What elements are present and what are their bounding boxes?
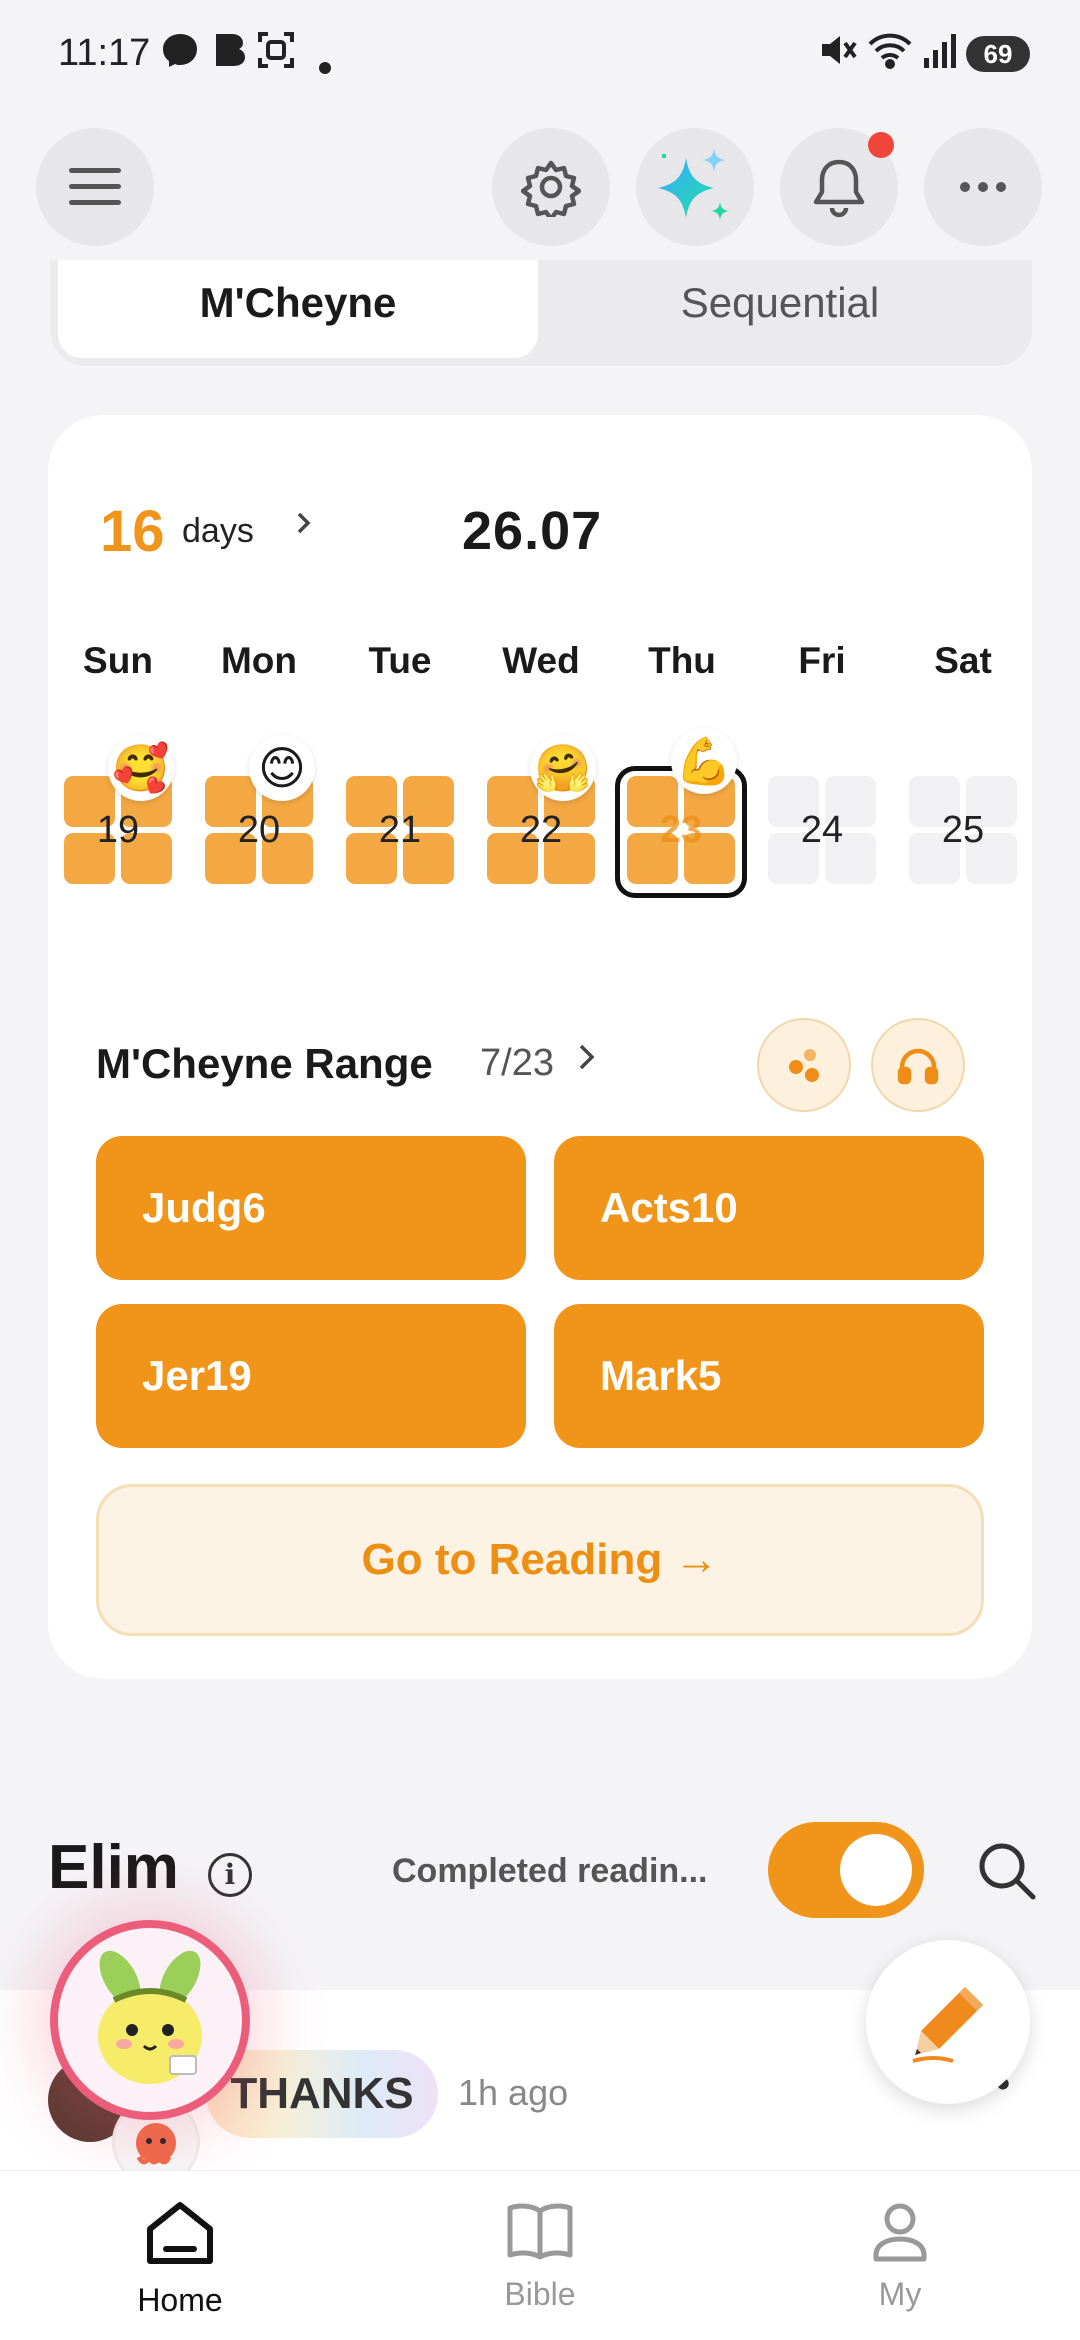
group-name[interactable]: Elim — [48, 1832, 179, 1903]
search-icon[interactable] — [974, 1838, 1040, 1909]
post-time: 1h ago — [458, 2072, 569, 2113]
range-title: M'Cheyne Range — [96, 1040, 433, 1087]
nav-label: My — [878, 2276, 922, 2312]
settings-button[interactable] — [492, 128, 610, 246]
ai-sparkle-button[interactable] — [636, 128, 754, 246]
notification-dot — [868, 132, 894, 158]
chapter-button[interactable]: Acts10 — [554, 1136, 984, 1280]
mascot-button[interactable] — [50, 1920, 250, 2120]
streak-count[interactable]: 16 — [100, 498, 165, 565]
calendar-day[interactable]: 21 — [346, 776, 454, 884]
weekday-label: Mon — [220, 640, 298, 681]
book-icon — [507, 2203, 573, 2260]
more-options-button[interactable] — [924, 128, 1042, 246]
gear-icon — [521, 160, 581, 217]
weekday-label: Wed — [502, 640, 580, 681]
battery-indicator: 69 — [966, 36, 1030, 72]
messenger-icon — [160, 30, 200, 80]
wifi-icon — [866, 30, 914, 80]
emoji-reaction: 🤗 — [530, 735, 596, 801]
home-icon — [147, 2202, 213, 2264]
signal-icon — [922, 30, 958, 80]
chevron-right-icon[interactable] — [294, 508, 314, 547]
weekday-label: Tue — [368, 640, 432, 681]
write-post-button[interactable] — [866, 1940, 1030, 2104]
day-number: 21 — [378, 809, 422, 851]
streak-unit[interactable]: days — [182, 512, 254, 551]
emoji-reaction: 💪 — [671, 728, 737, 794]
weekday-label: Thu — [648, 640, 716, 681]
nav-label: Bible — [504, 2276, 576, 2312]
status-bar: 11:17 69 — [0, 0, 1080, 110]
tab-mcheyne[interactable]: M'Cheyne — [58, 260, 538, 358]
person-icon — [873, 2203, 927, 2262]
weekday-label: Sun — [83, 640, 153, 681]
tab-sequential[interactable]: Sequential — [540, 260, 1020, 358]
day-number: 24 — [800, 809, 844, 851]
dot-icon — [318, 42, 332, 85]
nav-home[interactable]: Home — [80, 2199, 280, 2319]
emoji-reaction: 😊 — [249, 735, 315, 801]
pencil-icon — [912, 1987, 983, 2063]
range-date[interactable]: 7/23 — [480, 1042, 554, 1085]
dots-cluster-icon — [789, 1049, 819, 1082]
weekday-label: Sat — [934, 640, 992, 681]
completed-reading-toggle[interactable] — [768, 1822, 924, 1918]
filter-label: Completed readin... — [392, 1852, 708, 1890]
nav-my[interactable]: My — [800, 2199, 1000, 2313]
weekday-label: Fri — [798, 640, 846, 681]
audio-button[interactable] — [871, 1018, 965, 1112]
calendar-day[interactable]: 24 — [768, 776, 876, 884]
more-icon — [960, 182, 1006, 192]
b-app-icon — [212, 30, 248, 80]
current-date: 26.07 — [462, 501, 603, 561]
status-time: 11:17 — [58, 32, 151, 74]
mascot-icon — [98, 1950, 202, 2084]
screenshot-icon — [256, 30, 296, 80]
info-icon[interactable]: i — [208, 1853, 252, 1897]
menu-button[interactable] — [36, 128, 154, 246]
headphones-icon — [897, 1048, 939, 1085]
emoji-reaction: 🥰 — [108, 735, 174, 801]
chapter-button[interactable]: Judg6 — [96, 1136, 526, 1280]
share-button[interactable] — [757, 1018, 851, 1112]
nav-label: Home — [137, 2282, 223, 2318]
mute-icon — [818, 30, 858, 80]
toggle-knob — [840, 1834, 912, 1906]
nav-bible[interactable]: Bible — [440, 2199, 640, 2313]
chapter-button[interactable]: Jer19 — [96, 1304, 526, 1448]
day-number: 25 — [941, 809, 985, 851]
chevron-right-icon[interactable] — [576, 1040, 598, 1084]
go-to-reading-button[interactable]: Go to Reading → — [96, 1484, 984, 1636]
sparkle-icon — [658, 148, 729, 220]
bottom-nav: Home Bible My — [0, 2170, 1080, 2340]
bell-icon — [813, 159, 865, 218]
hamburger-icon — [69, 168, 121, 205]
chapter-button[interactable]: Mark5 — [554, 1304, 984, 1448]
calendar-day[interactable]: 25 — [909, 776, 1017, 884]
